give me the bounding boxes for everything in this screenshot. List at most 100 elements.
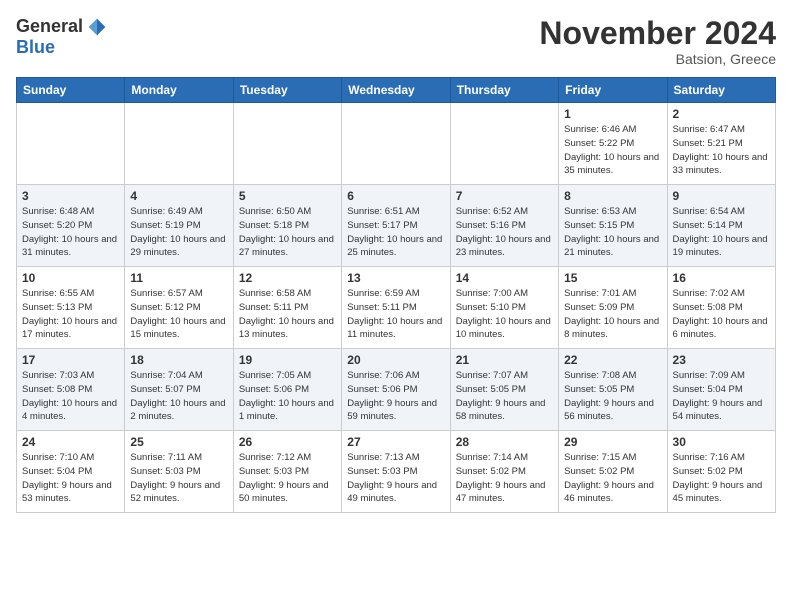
day-number: 22 bbox=[564, 353, 661, 367]
day-number: 11 bbox=[130, 271, 227, 285]
calendar-cell bbox=[125, 103, 233, 185]
day-number: 7 bbox=[456, 189, 553, 203]
day-number: 6 bbox=[347, 189, 444, 203]
day-number: 26 bbox=[239, 435, 336, 449]
weekday-header: Tuesday bbox=[233, 78, 341, 103]
calendar-cell: 18 Sunrise: 7:04 AM Sunset: 5:07 PM Dayli… bbox=[125, 349, 233, 431]
weekday-header: Monday bbox=[125, 78, 233, 103]
calendar-cell: 23Sunrise: 7:09 AM Sunset: 5:04 PM Dayli… bbox=[667, 349, 775, 431]
day-info: Sunrise: 7:11 AM Sunset: 5:03 PM Dayligh… bbox=[130, 451, 227, 506]
day-info: Sunrise: 6:49 AM Sunset: 5:19 PM Dayligh… bbox=[130, 205, 227, 260]
calendar-cell: 10Sunrise: 6:55 AM Sunset: 5:13 PM Dayli… bbox=[17, 267, 125, 349]
calendar-cell: 21Sunrise: 7:07 AM Sunset: 5:05 PM Dayli… bbox=[450, 349, 558, 431]
day-info: Sunrise: 6:53 AM Sunset: 5:15 PM Dayligh… bbox=[564, 205, 661, 260]
calendar-cell: 30 Sunrise: 7:16 AM Sunset: 5:02 PM Dayli… bbox=[667, 431, 775, 513]
calendar-week-row: 3 Sunrise: 6:48 AM Sunset: 5:20 PM Daylig… bbox=[17, 185, 776, 267]
day-info: Sunrise: 7:12 AM Sunset: 5:03 PM Dayligh… bbox=[239, 451, 336, 506]
calendar-cell: 16 Sunrise: 7:02 AM Sunset: 5:08 PM Dayli… bbox=[667, 267, 775, 349]
calendar-cell: 3 Sunrise: 6:48 AM Sunset: 5:20 PM Daylig… bbox=[17, 185, 125, 267]
day-number: 3 bbox=[22, 189, 119, 203]
calendar-week-row: 17 Sunrise: 7:03 AM Sunset: 5:08 PM Dayli… bbox=[17, 349, 776, 431]
logo-general-text: General bbox=[16, 16, 83, 37]
day-number: 4 bbox=[130, 189, 227, 203]
calendar-cell: 5Sunrise: 6:50 AM Sunset: 5:18 PM Daylig… bbox=[233, 185, 341, 267]
calendar-cell: 4 Sunrise: 6:49 AM Sunset: 5:19 PM Daylig… bbox=[125, 185, 233, 267]
day-info: Sunrise: 6:51 AM Sunset: 5:17 PM Dayligh… bbox=[347, 205, 444, 260]
calendar-cell: 27 Sunrise: 7:13 AM Sunset: 5:03 PM Dayli… bbox=[342, 431, 450, 513]
day-info: Sunrise: 7:01 AM Sunset: 5:09 PM Dayligh… bbox=[564, 287, 661, 342]
calendar-cell: 17 Sunrise: 7:03 AM Sunset: 5:08 PM Dayli… bbox=[17, 349, 125, 431]
weekday-header: Saturday bbox=[667, 78, 775, 103]
day-number: 13 bbox=[347, 271, 444, 285]
day-number: 30 bbox=[673, 435, 770, 449]
day-number: 20 bbox=[347, 353, 444, 367]
day-info: Sunrise: 7:06 AM Sunset: 5:06 PM Dayligh… bbox=[347, 369, 444, 424]
day-number: 24 bbox=[22, 435, 119, 449]
calendar-cell bbox=[342, 103, 450, 185]
weekday-header: Wednesday bbox=[342, 78, 450, 103]
day-info: Sunrise: 6:54 AM Sunset: 5:14 PM Dayligh… bbox=[673, 205, 770, 260]
calendar-cell: 13Sunrise: 6:59 AM Sunset: 5:11 PM Dayli… bbox=[342, 267, 450, 349]
weekday-header: Thursday bbox=[450, 78, 558, 103]
logo-blue-text: Blue bbox=[16, 37, 55, 58]
calendar-cell: 11 Sunrise: 6:57 AM Sunset: 5:12 PM Dayli… bbox=[125, 267, 233, 349]
location: Batsion, Greece bbox=[539, 51, 776, 67]
day-info: Sunrise: 7:03 AM Sunset: 5:08 PM Dayligh… bbox=[22, 369, 119, 424]
day-info: Sunrise: 7:14 AM Sunset: 5:02 PM Dayligh… bbox=[456, 451, 553, 506]
calendar-cell: 1Sunrise: 6:46 AM Sunset: 5:22 PM Daylig… bbox=[559, 103, 667, 185]
calendar-cell: 2Sunrise: 6:47 AM Sunset: 5:21 PM Daylig… bbox=[667, 103, 775, 185]
day-info: Sunrise: 6:48 AM Sunset: 5:20 PM Dayligh… bbox=[22, 205, 119, 260]
day-number: 2 bbox=[673, 107, 770, 121]
calendar-cell bbox=[450, 103, 558, 185]
day-info: Sunrise: 7:08 AM Sunset: 5:05 PM Dayligh… bbox=[564, 369, 661, 424]
calendar-cell: 15 Sunrise: 7:01 AM Sunset: 5:09 PM Dayli… bbox=[559, 267, 667, 349]
day-number: 5 bbox=[239, 189, 336, 203]
calendar-cell: 20 Sunrise: 7:06 AM Sunset: 5:06 PM Dayli… bbox=[342, 349, 450, 431]
calendar-header-row: SundayMondayTuesdayWednesdayThursdayFrid… bbox=[17, 78, 776, 103]
day-number: 17 bbox=[22, 353, 119, 367]
day-info: Sunrise: 6:52 AM Sunset: 5:16 PM Dayligh… bbox=[456, 205, 553, 260]
day-info: Sunrise: 7:10 AM Sunset: 5:04 PM Dayligh… bbox=[22, 451, 119, 506]
page: General Blue November 2024 Batsion, Gree… bbox=[0, 0, 792, 612]
day-info: Sunrise: 6:46 AM Sunset: 5:22 PM Dayligh… bbox=[564, 123, 661, 178]
title-area: November 2024 Batsion, Greece bbox=[539, 16, 776, 67]
calendar: SundayMondayTuesdayWednesdayThursdayFrid… bbox=[16, 77, 776, 513]
day-number: 19 bbox=[239, 353, 336, 367]
calendar-cell bbox=[233, 103, 341, 185]
calendar-week-row: 24 Sunrise: 7:10 AM Sunset: 5:04 PM Dayli… bbox=[17, 431, 776, 513]
calendar-cell: 12Sunrise: 6:58 AM Sunset: 5:11 PM Dayli… bbox=[233, 267, 341, 349]
day-number: 14 bbox=[456, 271, 553, 285]
day-info: Sunrise: 7:16 AM Sunset: 5:02 PM Dayligh… bbox=[673, 451, 770, 506]
header: General Blue November 2024 Batsion, Gree… bbox=[16, 16, 776, 67]
calendar-cell: 7 Sunrise: 6:52 AM Sunset: 5:16 PM Daylig… bbox=[450, 185, 558, 267]
day-info: Sunrise: 7:15 AM Sunset: 5:02 PM Dayligh… bbox=[564, 451, 661, 506]
day-number: 10 bbox=[22, 271, 119, 285]
calendar-week-row: 1Sunrise: 6:46 AM Sunset: 5:22 PM Daylig… bbox=[17, 103, 776, 185]
day-number: 28 bbox=[456, 435, 553, 449]
calendar-cell: 26 Sunrise: 7:12 AM Sunset: 5:03 PM Dayli… bbox=[233, 431, 341, 513]
day-info: Sunrise: 6:57 AM Sunset: 5:12 PM Dayligh… bbox=[130, 287, 227, 342]
day-info: Sunrise: 7:00 AM Sunset: 5:10 PM Dayligh… bbox=[456, 287, 553, 342]
day-info: Sunrise: 7:13 AM Sunset: 5:03 PM Dayligh… bbox=[347, 451, 444, 506]
calendar-cell: 14 Sunrise: 7:00 AM Sunset: 5:10 PM Dayli… bbox=[450, 267, 558, 349]
day-number: 8 bbox=[564, 189, 661, 203]
calendar-cell: 22 Sunrise: 7:08 AM Sunset: 5:05 PM Dayli… bbox=[559, 349, 667, 431]
day-number: 21 bbox=[456, 353, 553, 367]
month-title: November 2024 bbox=[539, 16, 776, 51]
weekday-header: Friday bbox=[559, 78, 667, 103]
day-number: 18 bbox=[130, 353, 227, 367]
day-info: Sunrise: 7:02 AM Sunset: 5:08 PM Dayligh… bbox=[673, 287, 770, 342]
day-number: 15 bbox=[564, 271, 661, 285]
day-number: 25 bbox=[130, 435, 227, 449]
day-info: Sunrise: 7:04 AM Sunset: 5:07 PM Dayligh… bbox=[130, 369, 227, 424]
day-number: 16 bbox=[673, 271, 770, 285]
logo-icon bbox=[87, 17, 107, 37]
calendar-cell: 8 Sunrise: 6:53 AM Sunset: 5:15 PM Daylig… bbox=[559, 185, 667, 267]
calendar-cell: 24 Sunrise: 7:10 AM Sunset: 5:04 PM Dayli… bbox=[17, 431, 125, 513]
calendar-cell: 6 Sunrise: 6:51 AM Sunset: 5:17 PM Daylig… bbox=[342, 185, 450, 267]
day-number: 27 bbox=[347, 435, 444, 449]
weekday-header: Sunday bbox=[17, 78, 125, 103]
day-info: Sunrise: 7:05 AM Sunset: 5:06 PM Dayligh… bbox=[239, 369, 336, 424]
day-info: Sunrise: 7:09 AM Sunset: 5:04 PM Dayligh… bbox=[673, 369, 770, 424]
day-number: 29 bbox=[564, 435, 661, 449]
